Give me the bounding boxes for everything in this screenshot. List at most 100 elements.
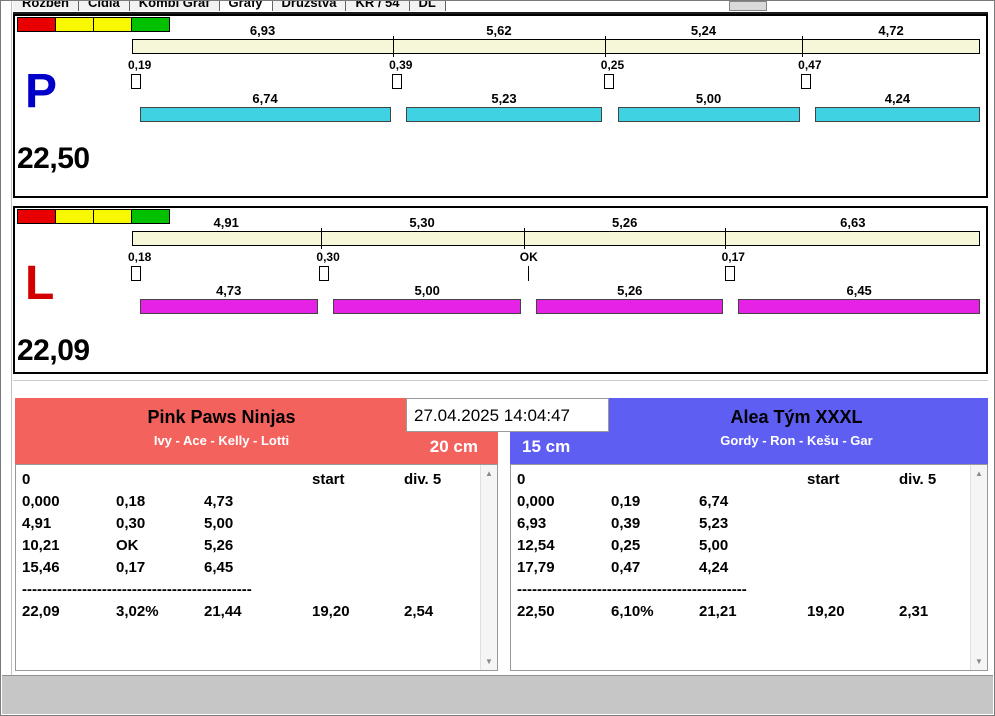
lane-letter: P <box>25 68 57 116</box>
table-cell: 0,25 <box>611 537 699 559</box>
scroll-down-icon[interactable]: ▼ <box>482 654 496 669</box>
status-light <box>17 17 56 32</box>
table-cell <box>404 559 479 581</box>
split-bar <box>132 231 980 246</box>
fault-checkbox <box>801 74 811 89</box>
dog-time-label: 5,23 <box>406 91 602 107</box>
segment-tick <box>725 228 726 249</box>
change-marker: 0,18 <box>128 250 151 281</box>
dog-time-label: 5,00 <box>618 91 800 107</box>
dog-time-label: 5,26 <box>536 283 723 299</box>
table-cell: 6,10% <box>611 603 699 625</box>
table-cell: 0 <box>22 471 116 493</box>
dog-time-bar <box>333 299 521 314</box>
results-grid: 0startdiv. 50,0000,184,734,910,305,0010,… <box>22 471 479 668</box>
table-cell: 5,23 <box>699 515 807 537</box>
table-cell: 0,39 <box>611 515 699 537</box>
scroll-up-icon[interactable]: ▲ <box>972 466 986 481</box>
split-time-label: 4,91 <box>132 215 320 230</box>
split-time-label: 5,30 <box>320 215 523 230</box>
scroll-down-icon[interactable]: ▼ <box>972 654 986 669</box>
tab--idla[interactable]: Čidla <box>79 1 130 11</box>
change-time-label: 0,30 <box>316 250 339 264</box>
split-labels: 4,915,305,266,63 <box>132 215 980 231</box>
dog-time-bar <box>140 299 318 314</box>
lane-panel-p: P 22,50 6,935,625,244,72 0,190,390,250,4… <box>13 14 988 198</box>
results-table: 0startdiv. 50,0000,184,734,910,305,0010,… <box>15 464 498 671</box>
team-left: Pink Paws Ninjas Ivy - Ace - Kelly - Lot… <box>15 398 498 675</box>
change-time-label: 0,19 <box>128 58 151 72</box>
tab-kr-54[interactable]: KR / 54 <box>346 1 409 11</box>
tab-dru-stva[interactable]: Družstva <box>273 1 347 11</box>
scrollbar[interactable]: ▲ ▼ <box>970 465 987 670</box>
change-marker: OK <box>520 250 538 281</box>
split-time-label: 5,26 <box>524 215 726 230</box>
change-time-label: 0,25 <box>601 58 624 72</box>
table-cell: 19,20 <box>312 603 404 625</box>
change-time-label: OK <box>520 250 538 264</box>
lane-panel-l: L 22,09 4,915,305,266,63 0,180,30OK0,17 … <box>13 206 988 374</box>
table-cell <box>899 537 969 559</box>
table-cell <box>807 559 899 581</box>
table-cell <box>116 471 204 493</box>
table-cell: 21,44 <box>204 603 312 625</box>
tab-grafy[interactable]: Grafy <box>220 1 273 11</box>
dog-run: 6,45 <box>738 283 980 314</box>
table-cell <box>699 471 807 493</box>
split-time-label: 6,93 <box>132 23 393 38</box>
fault-checkbox <box>319 266 329 281</box>
fault-checkbox <box>131 74 141 89</box>
dog-run: 4,73 <box>140 283 318 314</box>
table-cell <box>312 493 404 515</box>
table-cell <box>807 581 899 603</box>
table-cell: 2,31 <box>899 603 969 625</box>
dog-bars: 4,73 5,00 5,26 6,45 <box>132 283 980 315</box>
change-time-label: 0,39 <box>389 58 412 72</box>
table-cell: 21,21 <box>699 603 807 625</box>
marker-row: 0,190,390,250,47 <box>132 58 980 91</box>
top-right-button[interactable] <box>729 1 767 11</box>
fault-checkbox <box>131 266 141 281</box>
tab-kombi-graf[interactable]: Kombi Graf <box>130 1 220 11</box>
dog-time-label: 5,00 <box>333 283 521 299</box>
status-bar <box>2 675 993 714</box>
change-marker: 0,47 <box>798 58 821 89</box>
dog-time-bar <box>618 107 800 122</box>
change-time-label: 0,17 <box>722 250 745 264</box>
table-cell <box>312 559 404 581</box>
dog-time-bar <box>738 299 980 314</box>
table-cell <box>312 537 404 559</box>
dog-time-bar <box>536 299 723 314</box>
scroll-up-icon[interactable]: ▲ <box>482 466 496 481</box>
table-cell <box>899 515 969 537</box>
dog-time-bar <box>815 107 980 122</box>
separator-line: ----------------------------------------… <box>22 581 312 603</box>
status-light <box>93 17 132 32</box>
table-cell <box>204 471 312 493</box>
tab-rozb-h[interactable]: Rozběh <box>13 1 79 11</box>
table-cell: 0,17 <box>116 559 204 581</box>
dog-bars: 6,745,235,004,24 <box>132 91 980 123</box>
table-cell: 4,91 <box>22 515 116 537</box>
table-cell: 10,21 <box>22 537 116 559</box>
status-light <box>93 209 132 224</box>
table-cell: start <box>807 471 899 493</box>
split-labels: 6,935,625,244,72 <box>132 23 980 39</box>
dog-time-label: 4,73 <box>140 283 318 299</box>
table-cell: 0,19 <box>611 493 699 515</box>
change-time-label: 0,18 <box>128 250 151 264</box>
table-cell <box>611 471 699 493</box>
table-cell: start <box>312 471 404 493</box>
table-cell <box>404 515 479 537</box>
status-light <box>17 209 56 224</box>
table-cell: 22,50 <box>517 603 611 625</box>
table-cell: div. 5 <box>404 471 479 493</box>
scrollbar[interactable]: ▲ ▼ <box>480 465 497 670</box>
lane-total-time: 22,09 <box>17 334 90 368</box>
table-cell: 0,30 <box>116 515 204 537</box>
team-right: Alea Tým XXXL Gordy - Ron - Kešu - Gar 1… <box>510 398 988 675</box>
timestamp: 27.04.2025 14:04:47 <box>406 398 609 432</box>
table-cell <box>404 537 479 559</box>
dog-run: 4,24 <box>815 91 980 122</box>
tab-dl[interactable]: DL <box>410 1 446 11</box>
